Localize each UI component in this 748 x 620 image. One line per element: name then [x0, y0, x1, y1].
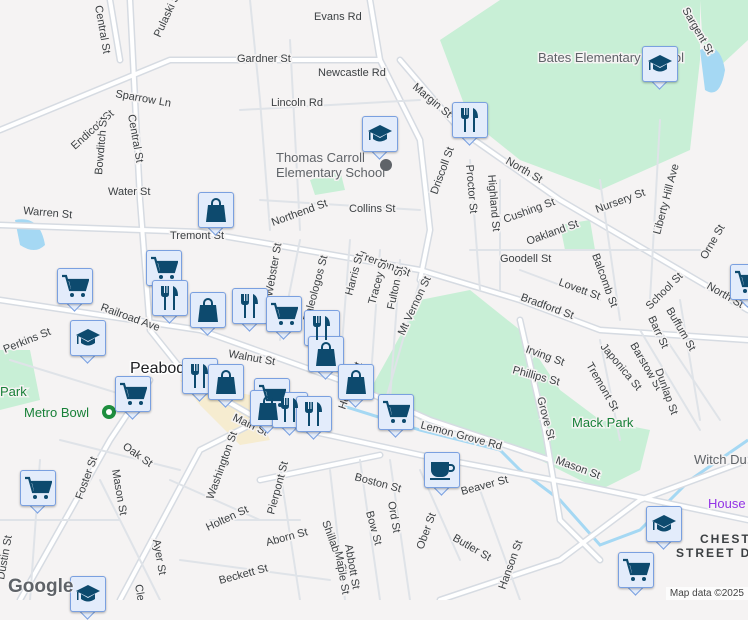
- svg-text:Ord St: Ord St: [385, 500, 402, 533]
- shopping-marker[interactable]: [190, 292, 226, 336]
- shopping-icon: [198, 192, 234, 228]
- svg-text:Butler St: Butler St: [451, 532, 494, 563]
- svg-text:Warren St: Warren St: [23, 205, 73, 221]
- svg-text:Lincoln Rd: Lincoln Rd: [271, 97, 323, 109]
- restaurant-marker[interactable]: [152, 280, 188, 324]
- shopping-icon: [190, 292, 226, 328]
- grocery-icon: [730, 264, 748, 300]
- witch-dungeon-label[interactable]: Witch Du: [694, 452, 747, 467]
- svg-text:Clement Ave: Clement Ave: [132, 583, 155, 600]
- svg-text:Dunlap St: Dunlap St: [652, 367, 680, 417]
- carroll-school-label[interactable]: Thomas Carroll: [276, 150, 365, 165]
- restaurant-marker[interactable]: [452, 102, 488, 146]
- grocery-icon: [618, 552, 654, 588]
- svg-text:Goodell St: Goodell St: [500, 253, 551, 265]
- grocery-icon: [57, 268, 93, 304]
- grocery-marker[interactable]: [115, 376, 151, 420]
- park-area: [440, 0, 700, 190]
- school-marker[interactable]: [362, 116, 398, 160]
- svg-text:Bradford St: Bradford St: [519, 292, 575, 322]
- svg-text:Dustin St: Dustin St: [0, 534, 15, 580]
- grocery-marker[interactable]: [618, 552, 654, 596]
- shopping-icon: [208, 364, 244, 400]
- svg-text:Aborn St: Aborn St: [265, 526, 309, 549]
- svg-text:Central St: Central St: [125, 113, 145, 163]
- svg-text:Water St: Water St: [108, 186, 150, 198]
- grocery-marker[interactable]: [378, 394, 414, 438]
- google-logo[interactable]: Google: [8, 576, 73, 598]
- school-icon: [362, 116, 398, 152]
- svg-text:Cushing St: Cushing St: [502, 196, 557, 226]
- grocery-marker[interactable]: [20, 470, 56, 514]
- grocery-icon: [266, 296, 302, 332]
- svg-text:Endicott St: Endicott St: [69, 108, 117, 153]
- svg-text:Collins St: Collins St: [349, 203, 395, 215]
- district-label: CHESTNUT: [700, 532, 748, 546]
- svg-text:Newcastle Rd: Newcastle Rd: [318, 67, 386, 79]
- svg-text:Pierpont St: Pierpont St: [265, 460, 291, 516]
- school-icon: [646, 506, 682, 542]
- restaurant-icon: [452, 102, 488, 138]
- metro-bowl-label[interactable]: Metro Bowl: [24, 405, 89, 420]
- house-label[interactable]: House: [708, 496, 746, 511]
- svg-text:Orne St: Orne St: [698, 223, 727, 262]
- grocery-marker[interactable]: [730, 264, 748, 308]
- school-pin-icon[interactable]: [380, 159, 392, 171]
- school-icon: [70, 576, 106, 612]
- svg-text:Foster St: Foster St: [74, 455, 101, 501]
- grocery-marker[interactable]: [57, 268, 93, 312]
- grocery-marker[interactable]: [266, 296, 302, 340]
- mack-park-label[interactable]: Mack Park: [572, 415, 634, 430]
- school-icon: [70, 320, 106, 356]
- cafe-icon: [424, 452, 460, 488]
- svg-text:Oak St: Oak St: [120, 441, 154, 470]
- svg-text:Ayer St: Ayer St: [150, 538, 168, 575]
- cafe-marker[interactable]: [424, 452, 460, 496]
- svg-text:Sparrow Ln: Sparrow Ln: [114, 88, 171, 110]
- map-canvas[interactable]: Evans Rd Gardner St Newcastle Rd Lincoln…: [0, 0, 748, 600]
- shopping-marker[interactable]: [198, 192, 234, 236]
- school-icon: [642, 46, 678, 82]
- svg-text:Beaver St: Beaver St: [460, 474, 510, 498]
- school-marker[interactable]: [70, 576, 106, 620]
- svg-text:Bow St: Bow St: [363, 510, 384, 547]
- map-attribution[interactable]: Map data ©2025: [666, 587, 748, 600]
- svg-text:Pulaski St: Pulaski St: [152, 0, 184, 39]
- grocery-icon: [115, 376, 151, 412]
- shopping-icon: [338, 364, 374, 400]
- school-marker[interactable]: [642, 46, 678, 90]
- park-label[interactable]: Park: [0, 384, 27, 399]
- district-label-2: STREET DI: [676, 546, 748, 560]
- metro-bowl-pin-dot: [106, 409, 112, 415]
- grocery-icon: [378, 394, 414, 430]
- school-marker[interactable]: [70, 320, 106, 364]
- shopping-marker[interactable]: [338, 364, 374, 408]
- svg-text:Proctor St: Proctor St: [463, 164, 479, 214]
- svg-text:Lovett St: Lovett St: [557, 277, 602, 303]
- restaurant-marker[interactable]: [296, 396, 332, 440]
- svg-text:Mason St: Mason St: [109, 468, 129, 516]
- carroll-school-label-2[interactable]: Elementary School: [276, 165, 385, 180]
- grocery-icon: [20, 470, 56, 506]
- restaurant-marker[interactable]: [232, 288, 268, 332]
- park-area: [0, 350, 40, 410]
- restaurant-icon: [152, 280, 188, 316]
- svg-text:Driscoll St: Driscoll St: [429, 145, 457, 196]
- svg-text:Ober St: Ober St: [415, 511, 439, 551]
- restaurant-icon: [232, 288, 268, 324]
- shopping-marker[interactable]: [208, 364, 244, 408]
- svg-text:Holten St: Holten St: [204, 504, 250, 534]
- svg-text:Gardner St: Gardner St: [237, 53, 291, 65]
- school-marker[interactable]: [646, 506, 682, 550]
- svg-text:Boston St: Boston St: [353, 471, 402, 495]
- restaurant-icon: [296, 396, 332, 432]
- svg-text:Evans Rd: Evans Rd: [314, 11, 362, 23]
